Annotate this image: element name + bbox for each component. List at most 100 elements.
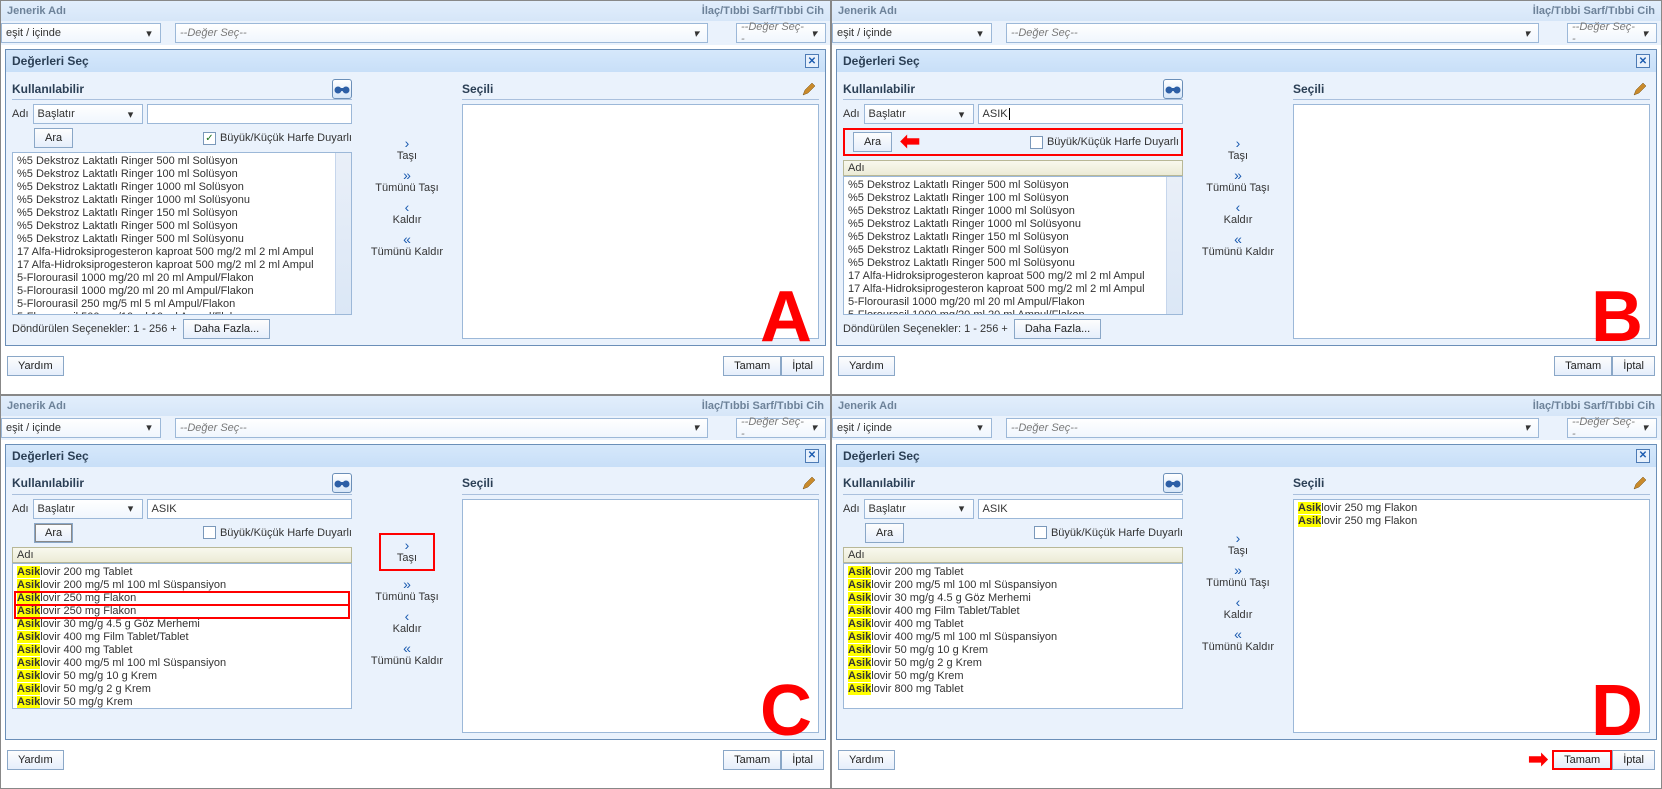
list-item[interactable]: Asiklovir 250 mg Flakon: [15, 605, 349, 618]
list-item[interactable]: Asiklovir 400 mg Tablet: [15, 644, 349, 657]
search-input[interactable]: ASIK: [978, 499, 1183, 519]
pencil-icon[interactable]: [799, 473, 819, 493]
list-item[interactable]: %5 Dekstroz Laktatlı Ringer 500 ml Solüs…: [846, 244, 1180, 257]
remove-button[interactable]: ‹Kaldır: [1224, 597, 1253, 621]
binoculars-icon[interactable]: [1163, 79, 1183, 99]
remove-button[interactable]: ‹Kaldır: [1224, 202, 1253, 226]
move-button[interactable]: ›Taşı: [1228, 138, 1248, 162]
selected-list[interactable]: [462, 104, 819, 339]
case-checkbox[interactable]: [1034, 526, 1047, 539]
list-item[interactable]: Asiklovir 400 mg/5 ml 100 ml Süspansiyon: [846, 631, 1180, 644]
help-button[interactable]: Yardım: [7, 750, 64, 770]
remove-button[interactable]: ‹Kaldır: [393, 611, 422, 635]
binoculars-icon[interactable]: [332, 473, 352, 493]
cancel-button[interactable]: İptal: [781, 750, 824, 770]
ok-button[interactable]: Tamam: [1552, 750, 1612, 770]
list-item[interactable]: 17 Alfa-Hidroksiprogesteron kaproat 500 …: [846, 283, 1180, 296]
value-select-left[interactable]: --Değer Seç--▾: [1006, 23, 1539, 43]
list-item[interactable]: Asiklovir 30 mg/g 4.5 g Göz Merhemi: [15, 618, 349, 631]
help-button[interactable]: Yardım: [7, 356, 64, 376]
value-select-left[interactable]: --Değer Seç--▾: [175, 418, 708, 438]
ok-button[interactable]: Tamam: [1554, 356, 1612, 376]
search-button[interactable]: Ara: [853, 132, 892, 152]
list-item[interactable]: 5-Florourasil 1000 mg/20 ml 20 ml Ampul/…: [15, 272, 349, 285]
pencil-icon[interactable]: [1630, 79, 1650, 99]
available-list[interactable]: Asiklovir 200 mg TabletAsiklovir 200 mg/…: [843, 563, 1183, 710]
list-item[interactable]: Asiklovir 30 mg/g 4.5 g Göz Merhemi: [846, 592, 1180, 605]
help-button[interactable]: Yardım: [838, 750, 895, 770]
search-input[interactable]: [147, 104, 352, 124]
search-button[interactable]: Ara: [34, 128, 73, 148]
case-checkbox[interactable]: ✓: [203, 132, 216, 145]
move-all-button[interactable]: »Tümünü Taşı: [375, 170, 438, 194]
move-all-button[interactable]: »Tümünü Taşı: [1206, 565, 1269, 589]
case-checkbox[interactable]: [1030, 136, 1043, 149]
close-icon[interactable]: ✕: [805, 54, 819, 68]
remove-button[interactable]: ‹Kaldır: [393, 202, 422, 226]
list-item[interactable]: 17 Alfa-Hidroksiprogesteron kaproat 500 …: [15, 246, 349, 259]
scrollbar[interactable]: [335, 153, 351, 314]
list-item[interactable]: Asiklovir 250 mg Flakon: [1296, 515, 1647, 528]
operator-select[interactable]: Başlatır▾: [864, 499, 974, 519]
value-select-left[interactable]: --Değer Seç--▾: [1006, 418, 1539, 438]
selected-list[interactable]: Asiklovir 250 mg FlakonAsiklovir 250 mg …: [1293, 499, 1650, 734]
available-list[interactable]: %5 Dekstroz Laktatlı Ringer 500 ml Solüs…: [843, 176, 1183, 315]
list-item[interactable]: %5 Dekstroz Laktatlı Ringer 1000 ml Solü…: [846, 205, 1180, 218]
list-item[interactable]: Asiklovir 200 mg/5 ml 100 ml Süspansiyon: [15, 579, 349, 592]
list-item[interactable]: Asiklovir 400 mg Film Tablet/Tablet: [15, 631, 349, 644]
operator-select[interactable]: Başlatır▾: [864, 104, 974, 124]
list-item[interactable]: 5-Florourasil 1000 mg/20 ml 20 ml Ampul/…: [846, 309, 1180, 315]
search-button[interactable]: Ara: [865, 523, 904, 543]
list-item[interactable]: %5 Dekstroz Laktatlı Ringer 1000 ml Solü…: [846, 218, 1180, 231]
list-item[interactable]: %5 Dekstroz Laktatlı Ringer 1000 ml Solü…: [15, 181, 349, 194]
close-icon[interactable]: ✕: [1636, 54, 1650, 68]
binoculars-icon[interactable]: [332, 79, 352, 99]
list-item[interactable]: %5 Dekstroz Laktatlı Ringer 150 ml Solüs…: [846, 231, 1180, 244]
list-item[interactable]: %5 Dekstroz Laktatlı Ringer 150 ml Solüs…: [15, 207, 349, 220]
pencil-icon[interactable]: [1630, 473, 1650, 493]
list-item[interactable]: %5 Dekstroz Laktatlı Ringer 500 ml Solüs…: [15, 220, 349, 233]
scrollbar[interactable]: [1166, 177, 1182, 314]
pencil-icon[interactable]: [799, 79, 819, 99]
cancel-button[interactable]: İptal: [781, 356, 824, 376]
case-checkbox[interactable]: [203, 526, 216, 539]
move-button[interactable]: ›Taşı: [1228, 533, 1248, 557]
value-select-right[interactable]: --Değer Seç-- ▾: [736, 23, 826, 43]
binoculars-icon[interactable]: [1163, 473, 1183, 493]
list-item[interactable]: 5-Florourasil 500 mg/10 ml 10 ml Ampul/F…: [15, 311, 349, 315]
list-item[interactable]: Asiklovir 50 mg/g Krem: [846, 670, 1180, 683]
list-item[interactable]: Asiklovir 800 mg Tablet: [15, 709, 349, 710]
list-item[interactable]: Asiklovir 50 mg/g Krem: [15, 696, 349, 709]
cancel-button[interactable]: İptal: [1612, 356, 1655, 376]
search-input[interactable]: ASIK: [147, 499, 352, 519]
move-button[interactable]: ›Taşı: [379, 533, 435, 571]
list-item[interactable]: 17 Alfa-Hidroksiprogesteron kaproat 500 …: [15, 259, 349, 272]
list-item[interactable]: Asiklovir 50 mg/g 10 g Krem: [846, 644, 1180, 657]
ok-button[interactable]: Tamam: [723, 750, 781, 770]
close-icon[interactable]: ✕: [805, 449, 819, 463]
list-item[interactable]: Asiklovir 200 mg Tablet: [15, 566, 349, 579]
list-item[interactable]: 5-Florourasil 1000 mg/20 ml 20 ml Ampul/…: [15, 285, 349, 298]
ok-button[interactable]: Tamam: [723, 356, 781, 376]
selected-list[interactable]: [1293, 104, 1650, 339]
list-item[interactable]: Asiklovir 200 mg/5 ml 100 ml Süspansiyon: [846, 579, 1180, 592]
list-item[interactable]: Asiklovir 400 mg/5 ml 100 ml Süspansiyon: [15, 657, 349, 670]
list-item[interactable]: 5-Florourasil 250 mg/5 ml 5 ml Ampul/Fla…: [15, 298, 349, 311]
list-item[interactable]: %5 Dekstroz Laktatlı Ringer 100 ml Solüs…: [15, 168, 349, 181]
move-all-button[interactable]: »Tümünü Taşı: [1206, 170, 1269, 194]
operator-select[interactable]: Başlatır▾: [33, 499, 143, 519]
list-item[interactable]: Asiklovir 250 mg Flakon: [15, 592, 349, 605]
list-item[interactable]: %5 Dekstroz Laktatlı Ringer 500 ml Solüs…: [15, 233, 349, 246]
close-icon[interactable]: ✕: [1636, 449, 1650, 463]
list-item[interactable]: %5 Dekstroz Laktatlı Ringer 500 ml Solüs…: [15, 155, 349, 168]
value-select-left[interactable]: --Değer Seç-- ▾: [175, 23, 708, 43]
selected-list[interactable]: [462, 499, 819, 734]
list-item[interactable]: %5 Dekstroz Laktatlı Ringer 500 ml Solüs…: [846, 257, 1180, 270]
search-button[interactable]: Ara: [34, 523, 73, 543]
list-item[interactable]: %5 Dekstroz Laktatlı Ringer 500 ml Solüs…: [846, 179, 1180, 192]
list-item[interactable]: Asiklovir 50 mg/g 2 g Krem: [15, 683, 349, 696]
match-select[interactable]: eşit / içinde ▾: [1, 23, 161, 43]
more-button[interactable]: Daha Fazla...: [1014, 319, 1101, 339]
list-item[interactable]: Asiklovir 250 mg Flakon: [1296, 502, 1647, 515]
list-item[interactable]: Asiklovir 50 mg/g 2 g Krem: [846, 657, 1180, 670]
